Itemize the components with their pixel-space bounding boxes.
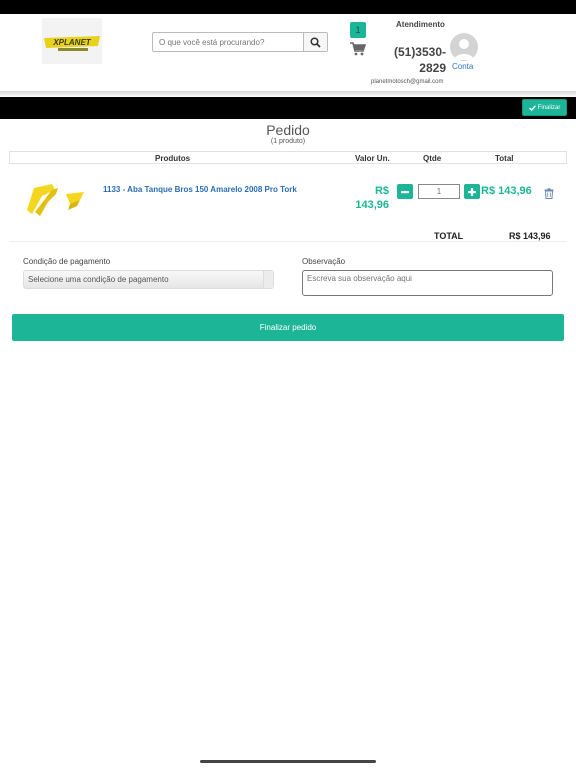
- observation-field[interactable]: [302, 270, 553, 296]
- increase-qty-button[interactable]: [464, 184, 480, 199]
- status-bar: [0, 0, 576, 14]
- unit-price-currency: R$: [374, 185, 389, 197]
- product-name-link[interactable]: 1133 - Aba Tanque Bros 150 Amarelo 2008 …: [103, 185, 297, 194]
- unit-price-value: 143,96: [355, 199, 389, 211]
- attendance-label: Atendimento: [396, 20, 445, 29]
- total-label: TOTAL: [434, 231, 464, 241]
- logo-text: XPLANET: [52, 38, 91, 47]
- observation-label: Observação: [302, 257, 346, 266]
- table-header: Produtos Valor Un. Qtde Total: [9, 151, 567, 164]
- store-logo[interactable]: XPLANET: [42, 18, 102, 64]
- phone-line-2: 2829: [419, 61, 446, 75]
- search-button[interactable]: [303, 33, 327, 51]
- cart-count-badge[interactable]: 1: [350, 22, 366, 38]
- search-input[interactable]: [153, 33, 303, 51]
- toolbar: [0, 97, 576, 119]
- minus-icon: [401, 190, 409, 193]
- column-total: Total: [495, 154, 514, 163]
- decrease-qty-button[interactable]: [397, 184, 413, 199]
- page-title: Pedido: [266, 122, 310, 138]
- divider: [9, 241, 567, 242]
- row-total: R$ 143,96: [481, 185, 532, 197]
- remove-item-button[interactable]: [544, 186, 554, 204]
- check-icon: [528, 104, 536, 111]
- payment-condition-select[interactable]: Selecione uma condição de pagamento: [23, 270, 274, 289]
- column-unit-price: Valor Un.: [355, 154, 390, 163]
- phone-number: (51)3530- 2829: [392, 44, 446, 76]
- phone-line-1: (51)3530-: [393, 45, 446, 59]
- payment-condition-value: Selecione uma condição de pagamento: [28, 275, 169, 284]
- finalize-order-button[interactable]: Finalizar pedido: [12, 314, 564, 341]
- payment-condition-label: Condição de pagamento: [23, 257, 111, 266]
- user-icon: [454, 39, 474, 60]
- avatar[interactable]: [450, 33, 478, 61]
- column-qty: Qtde: [423, 154, 442, 163]
- search-bar: [152, 32, 328, 52]
- cart-icon[interactable]: [350, 42, 367, 61]
- account-link[interactable]: Conta: [452, 62, 473, 71]
- column-products: Produtos: [155, 154, 191, 163]
- home-indicator: [200, 760, 376, 763]
- chevron-down-icon: [263, 271, 273, 288]
- product-image[interactable]: [22, 182, 86, 231]
- finalize-top-label: Finalizar: [537, 104, 561, 111]
- trash-icon: [544, 188, 554, 199]
- plus-icon: [468, 187, 476, 196]
- search-icon: [310, 36, 321, 48]
- store-email: planetmotosch@gmail.com: [371, 79, 444, 85]
- quantity-input[interactable]: [418, 184, 460, 199]
- finalize-top-button[interactable]: Finalizar: [522, 99, 567, 116]
- total-value: R$ 143,96: [509, 231, 551, 241]
- page-subtitle: (1 produto): [270, 138, 306, 145]
- unit-price: R$ 143,96: [350, 184, 389, 212]
